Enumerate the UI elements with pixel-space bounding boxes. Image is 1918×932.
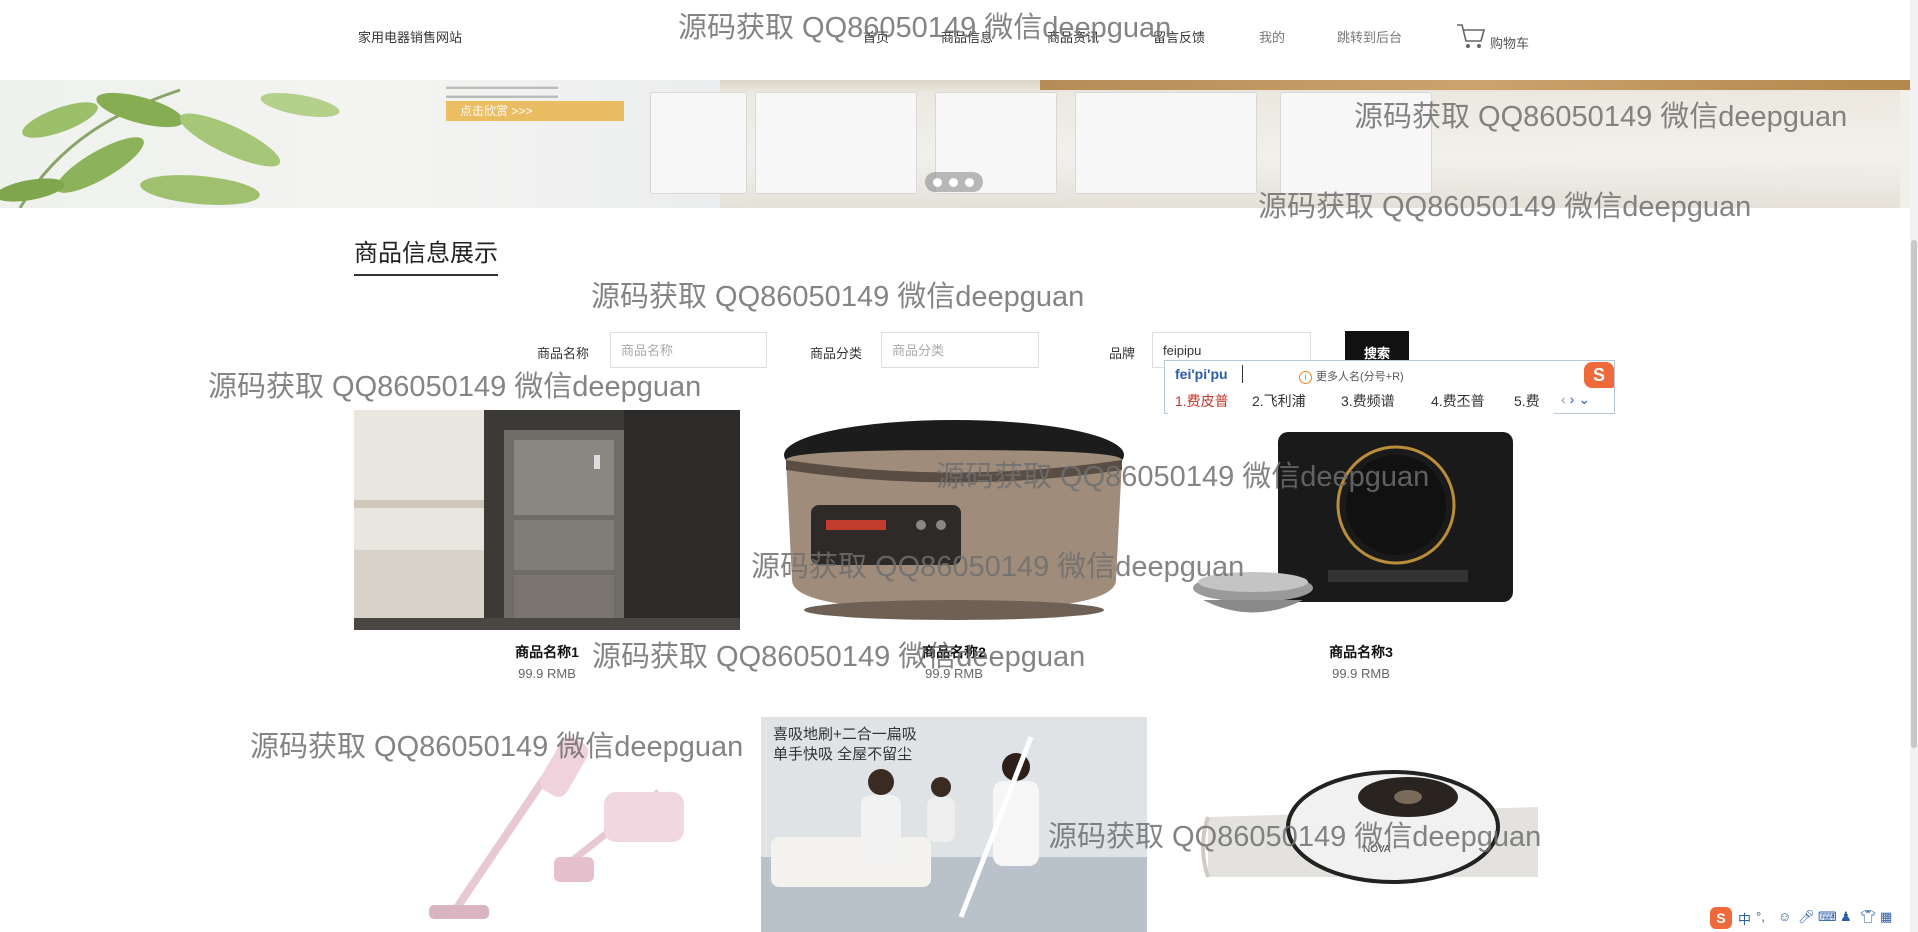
chevron-down-icon[interactable]: ⌄	[1578, 391, 1590, 407]
banner-countertop	[1040, 80, 1910, 90]
mite-cleaner-image: NOVA	[1168, 717, 1554, 932]
watermark: 源码获取 QQ86050149 微信deepguan	[208, 371, 702, 403]
cart-label: 购物车	[1490, 36, 1530, 51]
grid-menu-icon[interactable]: ▦	[1880, 909, 1892, 925]
hero-banner[interactable]: ▬▬▬▬▬▬▬▬▬▬▬▬▬▬ ▬▬▬▬▬▬▬▬▬▬▬▬▬▬ 点击欣赏 >>>	[0, 80, 1910, 208]
watermark: 源码获取 QQ86050149 微信deepguan	[591, 281, 1085, 313]
ime-punctuation-toggle[interactable]: °,	[1756, 909, 1765, 924]
sogou-logo-icon: S	[1584, 362, 1614, 388]
ime-more-names[interactable]: i 更多人名(分号+R)	[1299, 368, 1404, 384]
keyboard-icon[interactable]: ⌨	[1818, 909, 1837, 925]
product-category-input[interactable]	[881, 332, 1039, 368]
brand-label: 品牌	[1109, 346, 1136, 361]
cart-icon	[1457, 24, 1486, 48]
ime-toolbar: S 中 °, ☺ 🎤︎ ⌨ ♟ 👕︎ ▦	[1710, 907, 1910, 929]
user-icon[interactable]: ♟	[1840, 909, 1852, 925]
product-image-2[interactable]	[761, 410, 1147, 630]
rice-cooker-image	[761, 410, 1147, 630]
fridge-image	[354, 410, 740, 630]
product-card-1[interactable]: 商品名称1 99.9 RMB	[354, 410, 740, 690]
banner-small-text: ▬▬▬▬▬▬▬▬▬▬▬▬▬▬ ▬▬▬▬▬▬▬▬▬▬▬▬▬▬	[446, 82, 558, 100]
scrollbar-thumb[interactable]	[1911, 240, 1917, 748]
product-name-1[interactable]: 商品名称1	[354, 642, 740, 662]
ime-candidate[interactable]: 5.费	[1514, 391, 1540, 411]
text-caret	[1242, 365, 1243, 383]
banner-fridge-image	[1280, 92, 1432, 194]
microphone-icon[interactable]: 🎤︎	[1798, 909, 1815, 925]
carousel-dot-1[interactable]	[933, 178, 942, 187]
ime-candidate[interactable]: 4.费丕普	[1431, 391, 1485, 411]
product-image-4[interactable]	[354, 717, 740, 932]
section-title-underline	[354, 274, 498, 276]
vacuum-family-image: 喜吸地刷+二合一扁吸 单手快吸 全屋不留尘	[761, 717, 1147, 932]
ime-candidate[interactable]: 1.费皮普	[1175, 391, 1229, 411]
product-name-2[interactable]: 商品名称2	[761, 642, 1147, 662]
vacuum-caption-line1: 喜吸地刷+二合一扁吸	[773, 726, 917, 743]
product-name-3[interactable]: 商品名称3	[1168, 642, 1554, 662]
product-card-4[interactable]	[354, 717, 740, 932]
emoji-icon[interactable]: ☺	[1778, 909, 1791, 924]
chevron-right-icon[interactable]: ›	[1570, 391, 1575, 407]
vacuum-caption-line2: 单手快吸 全屋不留尘	[773, 745, 912, 763]
banner-plant-image	[0, 88, 340, 208]
section-title: 商品信息展示	[354, 240, 498, 267]
carousel-dot-2[interactable]	[949, 178, 958, 187]
product-card-2[interactable]: 商品名称2 99.9 RMB	[761, 410, 1147, 690]
carousel-dot-3[interactable]	[965, 178, 974, 187]
nav-mine[interactable]: 我的	[1259, 27, 1285, 46]
ime-mode-toggle[interactable]: 中	[1738, 909, 1751, 928]
ime-candidate-popup: fei'pi'pu i 更多人名(分号+R) S 1.费皮普 2.飞利浦 3.费频…	[1164, 360, 1615, 414]
chevron-left-icon[interactable]: ‹	[1561, 391, 1566, 407]
ime-pinyin-text: fei'pi'pu	[1175, 366, 1228, 382]
product-image-5[interactable]: 喜吸地刷+二合一扁吸 单手快吸 全屋不留尘	[761, 717, 1147, 932]
page-scrollbar[interactable]	[1910, 0, 1918, 932]
carousel-dots	[925, 172, 983, 192]
induction-cooker-image	[1168, 410, 1554, 630]
ime-page-nav: ‹ › ⌄	[1561, 391, 1594, 408]
nav-home[interactable]: 首页	[863, 27, 889, 46]
product-price-3: 99.9 RMB	[1332, 666, 1390, 681]
site-title[interactable]: 家用电器销售网站	[358, 27, 462, 46]
site-header: 家用电器销售网站 首页 商品信息 商品资讯 留言反馈 我的 跳转到后台 购物车	[0, 0, 1918, 80]
ime-more-names-label: 更多人名(分号+R)	[1316, 371, 1404, 383]
product-card-6[interactable]: NOVA	[1168, 717, 1554, 932]
product-name-input[interactable]	[610, 332, 767, 368]
nav-feedback[interactable]: 留言反馈	[1153, 27, 1205, 46]
product-image-6[interactable]: NOVA	[1168, 717, 1554, 932]
banner-fridge-image	[650, 92, 747, 194]
info-icon: i	[1299, 371, 1312, 384]
product-name-label: 商品名称	[537, 346, 590, 361]
ime-candidate[interactable]: 2.飞利浦	[1252, 391, 1306, 411]
ime-candidate[interactable]: 3.费频谱	[1341, 391, 1395, 411]
product-image-1[interactable]	[354, 410, 740, 630]
cleaner-brand-logo: NOVA	[1363, 844, 1391, 855]
product-price-2: 99.9 RMB	[925, 666, 983, 681]
product-category-label: 商品分类	[810, 346, 863, 361]
product-card-5[interactable]: 喜吸地刷+二合一扁吸 单手快吸 全屋不留尘	[761, 717, 1147, 932]
nav-admin[interactable]: 跳转到后台	[1337, 27, 1402, 46]
product-price-1: 99.9 RMB	[518, 666, 576, 681]
product-image-3[interactable]	[1168, 410, 1554, 630]
stick-vacuum-image	[354, 717, 740, 932]
banner-fridge-image	[755, 92, 917, 194]
product-card-3[interactable]: 商品名称3 99.9 RMB	[1168, 410, 1554, 690]
banner-cta-button[interactable]: 点击欣赏 >>>	[446, 101, 624, 121]
skin-icon[interactable]: 👕︎	[1860, 909, 1877, 925]
sogou-logo-icon[interactable]: S	[1710, 907, 1732, 929]
banner-fridge-image	[1075, 92, 1257, 194]
nav-news[interactable]: 商品资讯	[1047, 27, 1099, 46]
nav-products[interactable]: 商品信息	[941, 27, 993, 46]
